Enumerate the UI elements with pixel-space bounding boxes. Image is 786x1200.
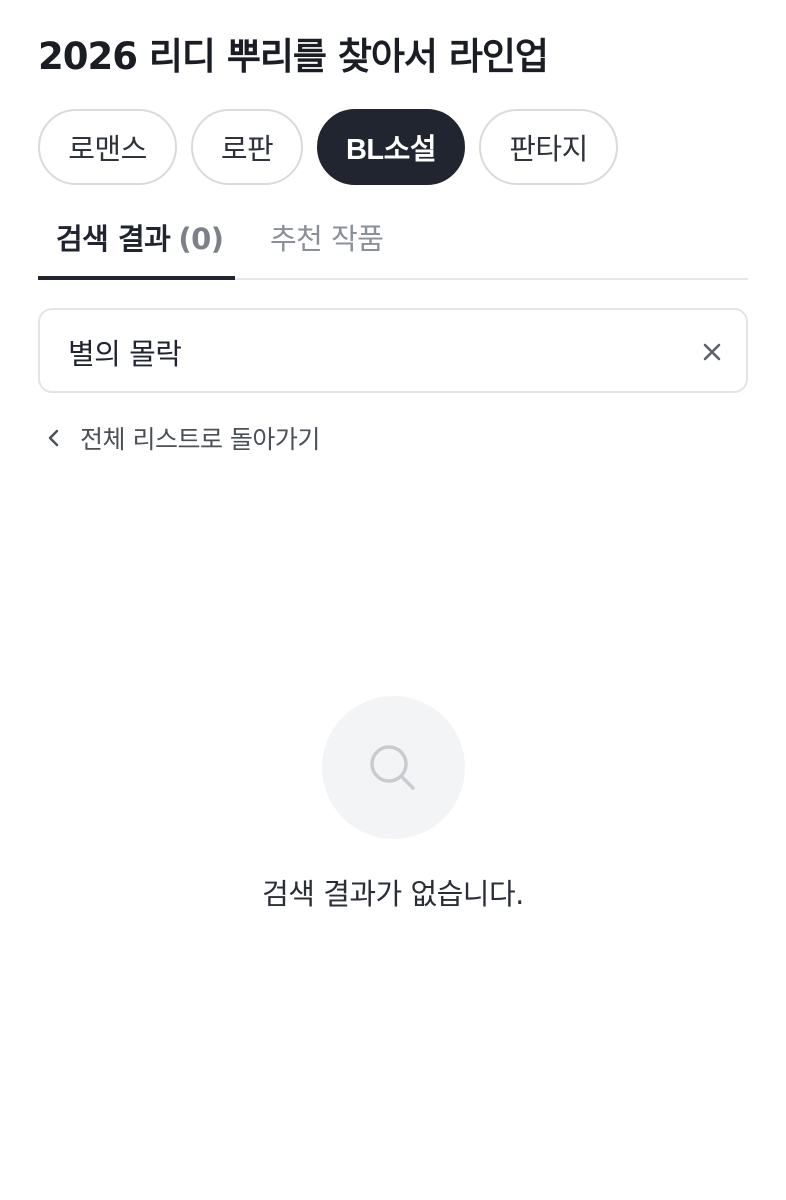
- back-to-list-label: 전체 리스트로 돌아가기: [80, 425, 320, 454]
- result-tabs: 검색 결과 (0) 추천 작품: [38, 200, 748, 280]
- search-icon: [370, 744, 415, 790]
- empty-state-message: 검색 결과가 없습니다.: [262, 877, 524, 911]
- tab-search-results-label: 검색 결과: [56, 222, 171, 256]
- genre-tab-fantasy[interactable]: 판타지: [479, 109, 618, 185]
- search-box: [38, 308, 748, 393]
- page: 2026 리디 뿌리를 찾아서 라인업 로맨스 로판 BL소설 판타지 검색 결…: [0, 0, 786, 1200]
- genre-tabs: 로맨스 로판 BL소설 판타지: [38, 109, 618, 185]
- search-input[interactable]: [68, 332, 668, 372]
- tab-recommended[interactable]: 추천 작품: [270, 216, 384, 258]
- empty-state: 검색 결과가 없습니다.: [0, 696, 786, 913]
- close-icon[interactable]: [696, 336, 728, 368]
- back-to-list-link[interactable]: 전체 리스트로 돌아가기: [44, 420, 320, 456]
- active-tab-indicator: [38, 276, 235, 280]
- empty-state-icon-circle: [321, 696, 465, 839]
- tab-search-results-count: (0): [178, 222, 224, 256]
- genre-tab-romance-fantasy[interactable]: 로판: [191, 109, 303, 185]
- chevron-left-icon: [48, 429, 59, 447]
- genre-tab-bl-novel[interactable]: BL소설: [317, 109, 465, 185]
- genre-tab-romance[interactable]: 로맨스: [38, 109, 177, 185]
- tab-search-results[interactable]: 검색 결과 (0): [56, 216, 224, 258]
- page-title: 2026 리디 뿌리를 찾아서 라인업: [38, 35, 549, 78]
